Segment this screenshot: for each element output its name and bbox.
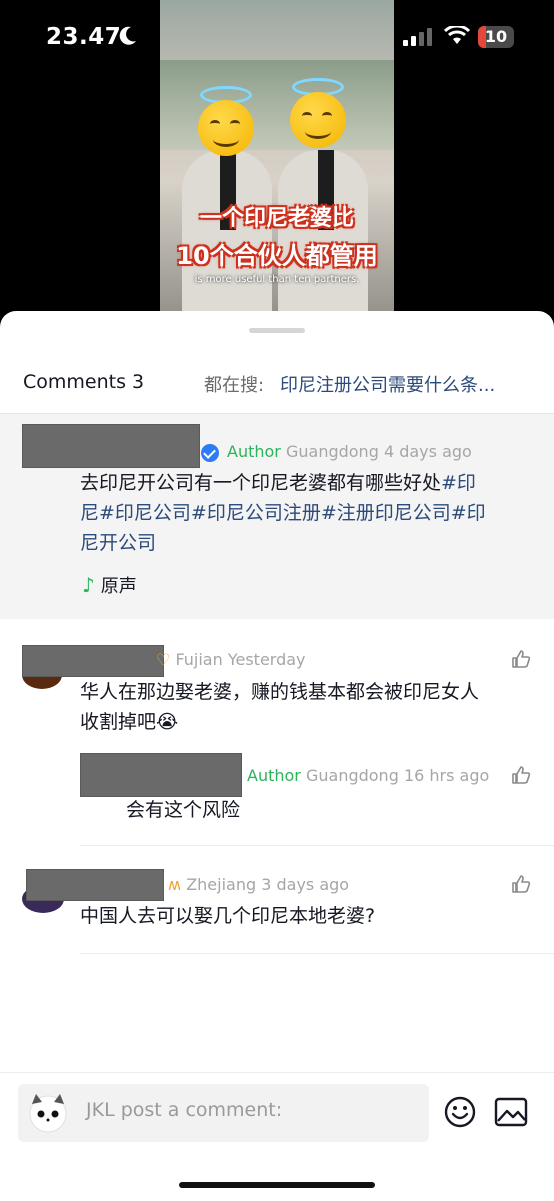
pinned-author-comment[interactable]: Author Guangdong 4 days ago 去印尼开公司有一个印尼老… bbox=[0, 414, 554, 619]
comment-meta: ♡ Fujian Yesterday bbox=[156, 650, 306, 669]
reply-meta: Author Guangdong 16 hrs ago bbox=[247, 766, 489, 785]
like-thumb-icon[interactable] bbox=[511, 765, 531, 785]
comment-text: 中国人去可以娶几个印尼本地老婆? bbox=[80, 905, 376, 927]
comment-time: 3 days ago bbox=[261, 875, 350, 894]
reply-text: 会有这个风险 bbox=[126, 799, 241, 821]
comments-count-title: Comments 3 bbox=[23, 371, 145, 393]
battery-indicator: 10 bbox=[478, 26, 514, 48]
smiling-face-icon bbox=[198, 100, 254, 156]
redacted-username bbox=[26, 869, 164, 901]
comments-header: Comments 3 都在搜: 印尼注册公司需要什么条... bbox=[0, 361, 554, 413]
smiling-face-icon bbox=[290, 92, 346, 148]
image-icon[interactable] bbox=[494, 1097, 528, 1127]
moon-icon bbox=[119, 26, 136, 45]
comment-location: Guangdong bbox=[285, 442, 379, 461]
hashtag-link[interactable]: #印 bbox=[441, 472, 476, 494]
comment-location: Fujian bbox=[175, 650, 223, 669]
badge-icon: ♡ bbox=[156, 650, 171, 669]
comment-text-line2: 收割掉吧😭 bbox=[80, 711, 179, 733]
emoji-icon[interactable] bbox=[444, 1096, 476, 1128]
search-suggestion-prefix: 都在搜: bbox=[204, 375, 265, 396]
author-tag: Author bbox=[247, 766, 301, 785]
like-thumb-icon[interactable] bbox=[511, 649, 531, 669]
status-time: 23.47 bbox=[46, 24, 122, 50]
comments-sheet: Comments 3 都在搜: 印尼注册公司需要什么条... Author Gu… bbox=[0, 311, 554, 1200]
badge-icon: ʍ bbox=[168, 875, 182, 894]
music-note-icon: ♪ bbox=[82, 573, 95, 597]
video-background bbox=[160, 60, 394, 150]
hashtag-line[interactable]: 尼#印尼公司#印尼公司注册#注册印尼公司#印 bbox=[80, 498, 486, 528]
comment-input-placeholder: JKL post a comment: bbox=[86, 1099, 283, 1121]
comment-time: 4 days ago bbox=[383, 442, 472, 461]
search-suggestion-link[interactable]: 印尼注册公司需要什么条... bbox=[280, 371, 535, 397]
redacted-username bbox=[22, 424, 200, 468]
comment-time: Yesterday bbox=[227, 650, 306, 669]
comment-text: 华人在那边娶老婆，赚的钱基本都会被印尼女人 收割掉吧😭 bbox=[80, 677, 479, 737]
redacted-username bbox=[80, 753, 242, 797]
comment-time: 16 hrs ago bbox=[403, 766, 490, 785]
cellular-signal-icon bbox=[403, 28, 432, 46]
original-sound-label: 原声 bbox=[100, 576, 137, 597]
drag-handle[interactable] bbox=[249, 328, 305, 333]
comment-meta: Author Guangdong 4 days ago bbox=[227, 442, 472, 461]
battery-level-text: 10 bbox=[484, 27, 508, 46]
original-sound-link[interactable]: ♪ 原声 bbox=[82, 572, 137, 598]
comment-text-line1: 去印尼开公司有一个印尼老婆都有哪些好处 bbox=[80, 472, 442, 494]
comment-location: Zhejiang bbox=[186, 875, 257, 894]
comment-location: Guangdong bbox=[305, 766, 399, 785]
comment-text: 去印尼开公司有一个印尼老婆都有哪些好处#印 尼#印尼公司#印尼公司注册#注册印尼… bbox=[80, 468, 486, 558]
video-caption-line1: 一个印尼老婆比 bbox=[199, 206, 354, 231]
video-subtitle: is more useful than ten partners. bbox=[194, 274, 360, 285]
comment-text-line1: 华人在那边娶老婆，赚的钱基本都会被印尼女人 bbox=[80, 681, 480, 703]
redacted-username bbox=[22, 645, 164, 677]
user-avatar-icon bbox=[29, 1094, 67, 1133]
comment-meta: ʍ Zhejiang 3 days ago bbox=[168, 875, 349, 894]
hashtag-line[interactable]: 尼开公司 bbox=[80, 528, 486, 558]
comment-input[interactable]: JKL post a comment: bbox=[18, 1084, 429, 1142]
like-thumb-icon[interactable] bbox=[511, 874, 531, 894]
video-preview[interactable]: 一个印尼老婆比 10个合伙人都管用 is more useful than te… bbox=[160, 0, 394, 330]
video-caption-line2: 10个合伙人都管用 bbox=[176, 242, 378, 270]
wifi-icon bbox=[444, 26, 470, 44]
comment-separator bbox=[80, 953, 554, 954]
verified-badge-icon bbox=[201, 444, 219, 462]
author-tag: Author bbox=[227, 442, 281, 461]
comment-input-bar: JKL post a comment: bbox=[0, 1072, 554, 1201]
home-indicator[interactable] bbox=[179, 1182, 375, 1188]
comment-separator bbox=[80, 845, 554, 846]
